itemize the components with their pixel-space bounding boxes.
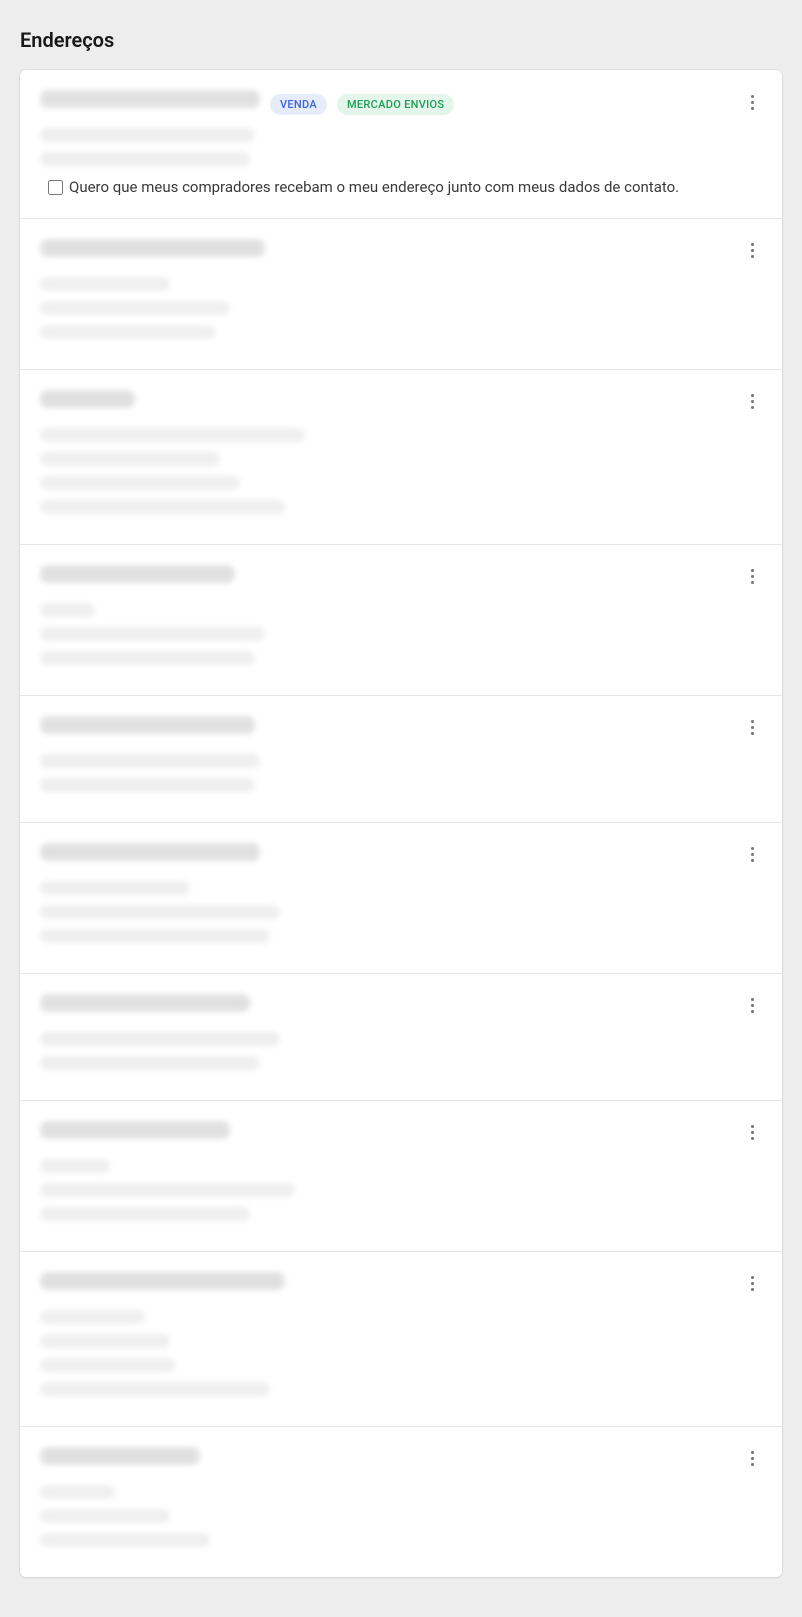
address-item [20,219,782,370]
more-options-button[interactable] [738,714,766,742]
more-vertical-icon [751,1451,754,1466]
more-options-button[interactable] [738,992,766,1020]
consent-row: Quero que meus compradores recebam o meu… [40,178,728,198]
more-vertical-icon [751,1125,754,1140]
address-line-redacted [40,1509,170,1523]
address-line-redacted [40,500,285,514]
address-line-redacted [40,627,265,641]
address-line-redacted [40,929,270,943]
address-title-redacted [40,1121,230,1139]
address-line-redacted [40,603,95,617]
address-line-redacted [40,277,170,291]
address-line-redacted [40,1382,270,1396]
address-item [20,1427,782,1577]
consent-label: Quero que meus compradores recebam o meu… [69,178,679,198]
more-vertical-icon [751,394,754,409]
more-options-button[interactable] [738,1445,766,1473]
address-title-redacted [40,1272,285,1290]
address-line-redacted [40,128,255,142]
address-item [20,370,782,545]
address-line-redacted [40,325,215,339]
address-line-redacted [40,428,305,442]
address-title-redacted [40,1447,200,1465]
more-options-button[interactable] [738,388,766,416]
address-line-redacted [40,301,230,315]
more-options-button[interactable] [738,237,766,265]
address-line-redacted [40,152,250,166]
more-vertical-icon [751,720,754,735]
more-options-button[interactable] [738,841,766,869]
address-item [20,1252,782,1427]
address-line-redacted [40,651,255,665]
address-line-redacted [40,1358,175,1372]
address-item [20,545,782,696]
badge-venda: VENDA [270,94,327,115]
address-item [20,1101,782,1252]
more-vertical-icon [751,95,754,110]
badge-mercado-envios: MERCADO ENVIOS [337,94,454,115]
address-item [20,823,782,974]
address-line-redacted [40,881,190,895]
more-options-button[interactable] [738,563,766,591]
address-title-redacted [40,843,260,861]
address-title-redacted [40,994,250,1012]
address-item [20,974,782,1101]
more-vertical-icon [751,998,754,1013]
more-options-button[interactable] [738,88,766,116]
more-vertical-icon [751,569,754,584]
address-title-redacted [40,565,235,583]
address-line-redacted [40,1056,260,1070]
address-line-redacted [40,452,220,466]
more-vertical-icon [751,847,754,862]
address-title-redacted [40,239,265,257]
more-vertical-icon [751,1276,754,1291]
addresses-card: VENDA MERCADO ENVIOS Quero que meus compra… [20,70,782,1577]
more-options-button[interactable] [738,1270,766,1298]
more-vertical-icon [751,243,754,258]
address-line-redacted [40,905,280,919]
page-title: Endereços [0,0,802,70]
address-line-redacted [40,1032,280,1046]
address-line-redacted [40,1334,170,1348]
address-item: VENDA MERCADO ENVIOS Quero que meus compra… [20,70,782,219]
address-line-redacted [40,754,260,768]
address-line-redacted [40,1533,210,1547]
address-line-redacted [40,1207,250,1221]
more-options-button[interactable] [738,1119,766,1147]
consent-checkbox[interactable] [48,180,63,195]
address-title-redacted [40,390,135,408]
address-title-redacted [40,716,255,734]
address-item [20,696,782,823]
address-line-redacted [40,476,240,490]
address-line-redacted [40,1159,110,1173]
address-line-redacted [40,778,255,792]
address-line-redacted [40,1485,115,1499]
address-line-redacted [40,1183,295,1197]
address-line-redacted [40,1310,145,1324]
address-title-redacted [40,90,260,108]
